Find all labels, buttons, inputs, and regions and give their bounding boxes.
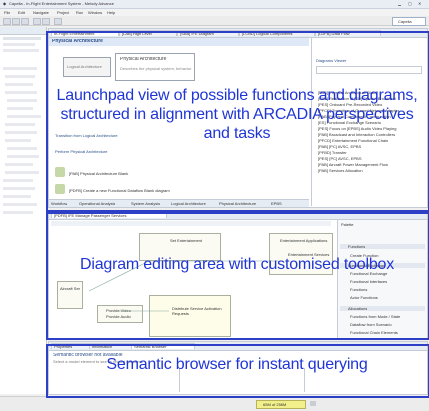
tree-row[interactable] xyxy=(3,211,33,214)
undo-icon[interactable] xyxy=(33,18,41,25)
menu-project[interactable]: Project xyxy=(57,10,69,15)
explorer-tabstrip xyxy=(0,27,46,35)
tree-row[interactable] xyxy=(5,139,31,142)
trash-icon[interactable] xyxy=(310,401,316,406)
tree-row[interactable] xyxy=(5,75,35,78)
print-icon[interactable] xyxy=(21,18,29,25)
main-toolbar xyxy=(0,16,429,26)
tree-row[interactable] xyxy=(7,107,33,110)
tree-row[interactable] xyxy=(3,43,35,46)
semantic-callout: Semantic browser for instant querying xyxy=(106,356,368,373)
status-bar: 65M of 256M xyxy=(0,396,429,411)
tree-row[interactable] xyxy=(3,49,39,52)
menu-window[interactable]: Window xyxy=(88,10,102,15)
window-titlebar: ◆ Capella - In-Flight Entertainment Syst… xyxy=(0,0,429,9)
tree-row[interactable] xyxy=(5,171,39,174)
redo-icon[interactable] xyxy=(42,18,50,25)
maximize-icon[interactable]: ▢ xyxy=(408,1,412,6)
diagram-callout: Diagram editing area with customised too… xyxy=(79,256,395,273)
menu-bar: File Edit Navigate Project Run Window He… xyxy=(0,9,429,16)
window-title: Capella - In-Flight Entertainment System… xyxy=(9,1,114,6)
app-icon: ◆ xyxy=(3,1,7,6)
save-icon[interactable] xyxy=(12,18,20,25)
minimize-icon[interactable]: ▁ xyxy=(398,1,401,6)
tree-row[interactable] xyxy=(7,155,39,158)
menu-help[interactable]: Help xyxy=(107,10,115,15)
tree-row[interactable] xyxy=(7,115,41,118)
menu-run[interactable]: Run xyxy=(76,10,83,15)
menu-edit[interactable]: Edit xyxy=(18,10,25,15)
tree-row[interactable] xyxy=(3,203,37,206)
tree-row[interactable] xyxy=(3,187,35,190)
tree-row[interactable] xyxy=(5,131,37,134)
tree-row[interactable] xyxy=(7,147,37,150)
new-icon[interactable] xyxy=(3,18,11,25)
tree-row[interactable] xyxy=(7,99,37,102)
tree-row[interactable] xyxy=(5,83,33,86)
project-explorer xyxy=(0,27,47,394)
perspective-switcher[interactable]: Capella xyxy=(392,17,426,26)
heap-status[interactable]: 65M of 256M xyxy=(256,400,306,409)
menu-navigate[interactable]: Navigate xyxy=(33,10,49,15)
tree-row[interactable] xyxy=(3,179,33,182)
diagram-highlight xyxy=(46,212,429,340)
menu-file[interactable]: File xyxy=(4,10,10,15)
memory-label: 65M of 256M xyxy=(263,402,287,407)
tree-row[interactable] xyxy=(5,163,33,166)
tree-row[interactable] xyxy=(3,67,37,70)
close-icon[interactable]: ✕ xyxy=(418,1,421,6)
tree-row[interactable] xyxy=(5,91,37,94)
tree-row[interactable] xyxy=(3,37,41,40)
tree-row[interactable] xyxy=(5,123,35,126)
tree-row[interactable] xyxy=(3,195,31,198)
launchpad-callout: Launchpad view of possible functions and… xyxy=(56,87,418,142)
search-icon[interactable] xyxy=(54,18,62,25)
perspective-label: Capella xyxy=(398,19,412,24)
